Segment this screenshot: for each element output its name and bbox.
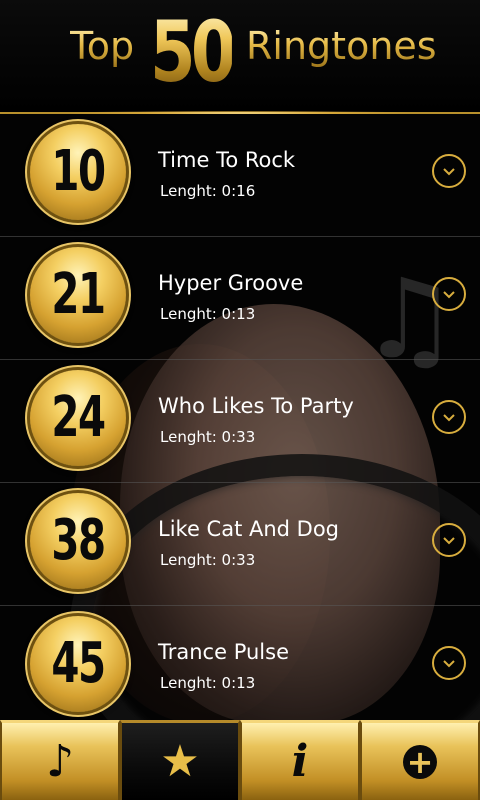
- bottom-tab-bar: ♪ ★ i +: [0, 720, 480, 800]
- app-header: Top 50 Ringtones: [0, 0, 480, 115]
- chevron-down-icon[interactable]: [432, 400, 466, 434]
- ringtone-length: Lenght: 0:13: [160, 305, 256, 323]
- rank-number: 38: [51, 508, 106, 573]
- ringtone-length: Lenght: 0:33: [160, 551, 256, 569]
- ringtone-length: Lenght: 0:16: [160, 182, 256, 200]
- title-top: Top: [70, 24, 135, 68]
- ringtone-length: Lenght: 0:13: [160, 674, 256, 692]
- rank-number: 10: [51, 139, 106, 204]
- ringtone-list: 10 Time To Rock Lenght: 0:16 21 Hyper Gr…: [0, 114, 480, 729]
- rank-badge: 38: [30, 493, 126, 589]
- ringtone-row[interactable]: 10 Time To Rock Lenght: 0:16: [0, 114, 480, 237]
- ringtone-row[interactable]: 45 Trance Pulse Lenght: 0:13: [0, 606, 480, 729]
- chevron-down-icon[interactable]: [432, 646, 466, 680]
- ringtone-title: Trance Pulse: [158, 640, 289, 664]
- title-ringtones: Ringtones: [246, 24, 437, 68]
- title-number: 50: [150, 3, 237, 101]
- chevron-down-icon[interactable]: [432, 277, 466, 311]
- music-note-icon: ♪: [45, 735, 75, 787]
- tab-ringtones[interactable]: ♪: [0, 720, 120, 800]
- ringtone-title: Like Cat And Dog: [158, 517, 340, 541]
- rank-number: 24: [51, 385, 106, 450]
- rank-number: 21: [51, 262, 106, 327]
- rank-badge: 24: [30, 370, 126, 466]
- star-icon: ★: [160, 735, 200, 787]
- rank-badge: 45: [30, 616, 126, 712]
- chevron-down-icon[interactable]: [432, 523, 466, 557]
- ringtone-title: Hyper Groove: [158, 271, 304, 295]
- ringtone-length: Lenght: 0:33: [160, 428, 256, 446]
- rank-badge: 21: [30, 247, 126, 343]
- ringtone-row[interactable]: 24 Who Likes To Party Lenght: 0:33: [0, 360, 480, 483]
- plus-circle-icon: +: [403, 744, 437, 779]
- rank-number: 45: [51, 631, 106, 696]
- ringtone-title: Time To Rock: [158, 148, 296, 172]
- info-icon: i: [291, 735, 309, 787]
- tab-top[interactable]: ★: [120, 720, 240, 800]
- ringtone-title: Who Likes To Party: [158, 394, 354, 418]
- tab-more[interactable]: +: [360, 720, 480, 800]
- ringtone-row[interactable]: 38 Like Cat And Dog Lenght: 0:33: [0, 483, 480, 606]
- tab-info[interactable]: i: [240, 720, 360, 800]
- ringtone-row[interactable]: 21 Hyper Groove Lenght: 0:13: [0, 237, 480, 360]
- chevron-down-icon[interactable]: [432, 154, 466, 188]
- rank-badge: 10: [30, 124, 126, 220]
